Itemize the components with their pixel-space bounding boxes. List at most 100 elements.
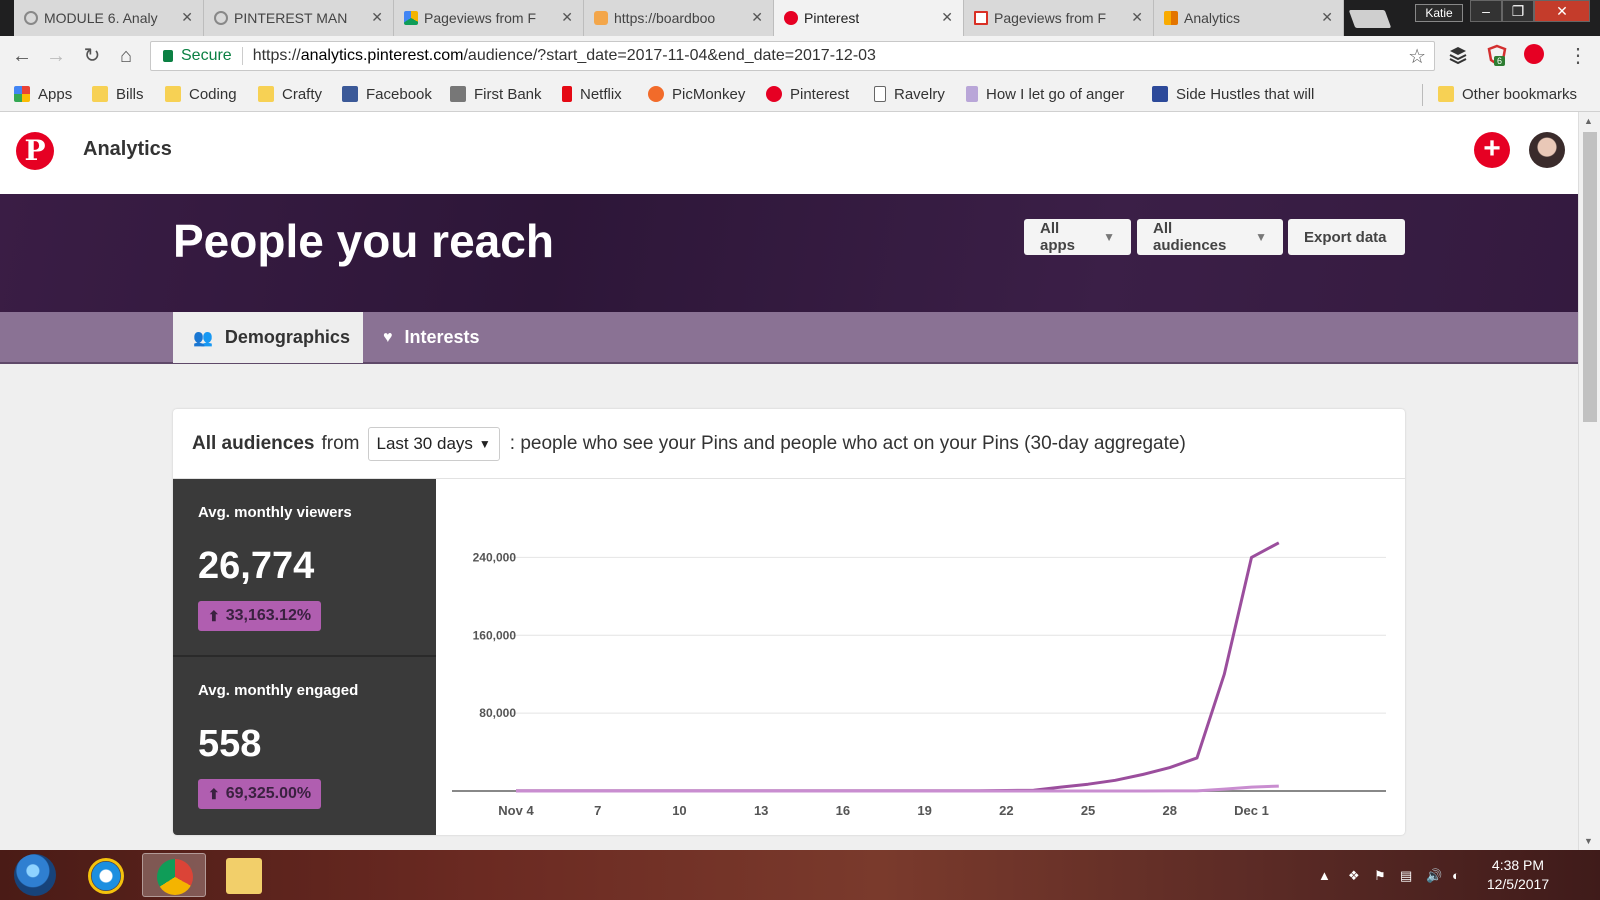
heart-icon: ♥	[383, 328, 393, 346]
system-clock[interactable]: 4:38 PM 12/5/2017	[1478, 856, 1558, 894]
browser-tab-gmail[interactable]: Pageviews from F ✕	[964, 0, 1154, 36]
netflix-icon	[562, 86, 572, 102]
browser-tab-module6[interactable]: MODULE 6. Analy ✕	[14, 0, 204, 36]
add-button[interactable]: +	[1474, 132, 1510, 168]
m-icon	[966, 86, 978, 102]
y-tick-label: 240,000	[473, 550, 517, 564]
arrow-up-icon: ⬆	[208, 785, 220, 802]
bookmark-ravelry[interactable]: Ravelry	[874, 84, 945, 104]
bank-icon	[450, 86, 466, 102]
close-icon[interactable]: ✕	[1321, 9, 1333, 26]
bookmark-label: Ravelry	[894, 85, 945, 103]
tab-interests[interactable]: ♥ Interests	[363, 312, 513, 363]
start-button[interactable]	[14, 854, 56, 896]
tab-label: MODULE 6. Analy	[44, 10, 158, 26]
reload-icon[interactable]: ↻	[80, 44, 104, 68]
close-icon[interactable]: ✕	[1131, 9, 1143, 26]
forward-arrow-icon[interactable]: →	[44, 44, 68, 68]
bookmark-coding[interactable]: Coding	[165, 84, 237, 104]
export-data-button[interactable]: Export data	[1288, 219, 1405, 255]
star-icon[interactable]: ☆	[1408, 44, 1426, 69]
taskbar-ie[interactable]	[74, 853, 138, 897]
tab-label: Pageviews from F	[994, 10, 1107, 26]
date-range-select[interactable]: Last 30 days ▼	[367, 426, 500, 461]
x-tick-label: 25	[1081, 803, 1095, 818]
browser-tab-boardbooster[interactable]: https://boardboo ✕	[584, 0, 774, 36]
audience-tabs: 👥 Demographics ♥ Interests	[0, 312, 1578, 364]
all-audiences-dropdown[interactable]: All audiences ▼	[1137, 219, 1283, 255]
picmonkey-icon	[648, 86, 664, 102]
bookmark-netflix[interactable]: Netflix	[562, 84, 622, 104]
x-tick-label: Dec 1	[1234, 803, 1269, 818]
people-icon: 👥	[193, 329, 213, 347]
pinterest-extension-icon[interactable]	[1524, 44, 1544, 64]
dropdown-label: All audiences	[1153, 220, 1227, 254]
action-center-icon[interactable]: ⚑	[1374, 868, 1390, 883]
dropbox-icon[interactable]: ❖	[1348, 868, 1364, 883]
tab-demographics[interactable]: 👥 Demographics	[173, 312, 363, 363]
x-tick-label: 28	[1163, 803, 1177, 818]
bookmark-first-bank[interactable]: First Bank	[450, 84, 542, 104]
weather-icon[interactable]: ◐	[1452, 868, 1468, 883]
bookmark-label: Facebook	[366, 85, 432, 103]
audience-chart: 80,000 160,000 240,000 Nov 4 7 10 13 16 19 22 25 28…	[436, 479, 1405, 835]
bookmark-bills[interactable]: Bills	[92, 84, 144, 104]
x-tick-label: Nov 4	[498, 803, 534, 818]
browser-tab-pinterest[interactable]: Pinterest ✕	[774, 0, 964, 36]
address-bar[interactable]: Secure https://analytics.pinterest.com/a…	[150, 41, 1435, 71]
tray-expand-icon[interactable]: ▲	[1318, 868, 1334, 883]
close-icon[interactable]: ✕	[941, 9, 953, 26]
close-window-button[interactable]: ✕	[1534, 0, 1590, 22]
line-chart: 80,000 160,000 240,000 Nov 4 7 10 13 16 19 22 25 28…	[452, 541, 1386, 818]
taskbar-chrome[interactable]	[142, 853, 206, 897]
secure-label: Secure	[181, 47, 243, 65]
minimize-button[interactable]: –	[1470, 0, 1502, 22]
bookmark-side-hustles[interactable]: Side Hustles that will	[1152, 84, 1322, 104]
close-icon[interactable]: ✕	[181, 9, 193, 26]
bookmark-apps[interactable]: Apps	[14, 84, 72, 104]
stat-value: 26,774	[198, 545, 315, 587]
home-icon[interactable]: ⌂	[114, 44, 138, 68]
new-tab-button[interactable]	[1348, 10, 1392, 28]
avatar[interactable]	[1529, 132, 1565, 168]
bookmark-facebook[interactable]: Facebook	[342, 84, 432, 104]
page-icon	[874, 86, 886, 102]
x-tick-label: 10	[672, 803, 686, 818]
chrome-icon	[157, 859, 193, 895]
all-apps-dropdown[interactable]: All apps ▼	[1024, 219, 1131, 255]
back-arrow-icon[interactable]: ←	[10, 44, 34, 68]
close-icon[interactable]: ✕	[751, 9, 763, 26]
folder-icon	[165, 86, 181, 102]
close-icon[interactable]: ✕	[561, 9, 573, 26]
bookmark-crafty[interactable]: Crafty	[258, 84, 322, 104]
browser-tab-analytics[interactable]: Analytics ✕	[1154, 0, 1344, 36]
restore-button[interactable]: ❐	[1502, 0, 1534, 22]
buffer-extension-icon[interactable]	[1447, 44, 1469, 66]
taskbar-explorer[interactable]	[212, 853, 276, 897]
close-icon[interactable]: ✕	[371, 9, 383, 26]
menu-icon[interactable]: ⋮	[1566, 44, 1590, 68]
shield-extension-icon[interactable]: 6	[1486, 44, 1508, 66]
volume-icon[interactable]: 🔊	[1426, 868, 1442, 883]
scroll-thumb[interactable]	[1583, 132, 1597, 422]
scroll-down-icon[interactable]: ▼	[1584, 836, 1593, 846]
scroll-up-icon[interactable]: ▲	[1584, 116, 1593, 126]
bookmark-let-go-of-anger[interactable]: How I let go of anger	[966, 84, 1134, 104]
profile-name[interactable]: Katie	[1415, 4, 1463, 22]
pinterest-logo[interactable]: P	[16, 132, 54, 170]
network-icon[interactable]: ▤	[1400, 868, 1416, 883]
url-text[interactable]: https://analytics.pinterest.com/audience…	[253, 47, 876, 65]
x-tick-label: 7	[594, 803, 601, 818]
browser-tab-pinterest-man[interactable]: PINTEREST MAN ✕	[204, 0, 394, 36]
bookmark-other[interactable]: Other bookmarks	[1438, 84, 1577, 104]
bookmark-picmonkey[interactable]: PicMonkey	[648, 84, 745, 104]
card-description: : people who see your Pins and people wh…	[509, 432, 1186, 454]
range-value: Last 30 days	[376, 433, 473, 453]
x-tick-label: 16	[836, 803, 850, 818]
browser-tab-pageviews-drive[interactable]: Pageviews from F ✕	[394, 0, 584, 36]
chevron-down-icon: ▼	[1103, 230, 1115, 244]
bookmark-label: Apps	[38, 85, 73, 103]
bookmark-pinterest[interactable]: Pinterest	[766, 84, 849, 104]
pinterest-header: P Analytics +	[0, 112, 1578, 194]
page-scrollbar[interactable]: ▲ ▼	[1578, 112, 1600, 850]
